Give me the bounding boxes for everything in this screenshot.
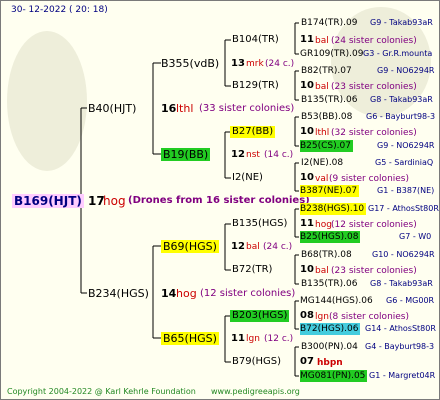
g3-colony-id[interactable]: I2(NE)	[232, 172, 263, 184]
g3-colony-id[interactable]: B79(HGS)	[232, 356, 281, 368]
g3-race: bal	[315, 36, 329, 46]
g4-colony-info: G10 - NO6294R	[372, 250, 435, 259]
g4-colony-info: G14 - AthosSt80R	[365, 324, 436, 333]
g3-colony-id[interactable]: B129(TR)	[232, 80, 279, 92]
g1-sister-note: (33 sister colonies)	[199, 103, 295, 114]
g2-sister-note: (14 c.)	[264, 150, 294, 160]
root-race: hog	[103, 194, 126, 208]
g2-race: nst	[246, 150, 260, 160]
g3-race: hbpn	[317, 358, 343, 368]
g2-race: mrk	[246, 59, 264, 69]
g3-sister-note: (24 sister colonies)	[331, 36, 417, 46]
g3-generation-number: 11	[300, 34, 314, 45]
g3-sister-note: (8 sister colonies)	[329, 312, 410, 322]
g2-sister-note: (24 c.)	[265, 59, 295, 69]
g2-race: lgn	[246, 334, 260, 344]
g4-colony-id[interactable]: I2(NE).08	[301, 157, 343, 169]
g4-colony-info: G7 - W0	[399, 232, 432, 241]
root-colony-id[interactable]: B169(HJT)	[12, 194, 84, 208]
g3-generation-number: 10	[300, 80, 314, 91]
g1-generation-number: 16	[161, 102, 177, 115]
g4-colony-id[interactable]: B174(TR).09	[301, 17, 357, 29]
g1-race: lthl	[176, 102, 194, 115]
g3-generation-number: 11	[300, 218, 314, 229]
g3-race: val	[315, 174, 329, 184]
g3-generation-number: 10	[300, 126, 314, 137]
g3-sister-note: (9 sister colonies)	[329, 174, 410, 184]
g2-generation-number: 11	[231, 333, 245, 344]
root-drone-note: (Drones from 16 sister colonies)	[128, 195, 310, 206]
g4-colony-id[interactable]: B25(CS).07	[300, 140, 353, 152]
copyright-text: Copyright 2004-2022 @ Karl Kehrle Founda…	[7, 387, 196, 396]
g3-colony-id[interactable]: B104(TR)	[232, 34, 279, 46]
g4-colony-id[interactable]: B238(HGS).10	[300, 203, 367, 215]
g4-colony-id[interactable]: B68(TR).08	[301, 249, 352, 261]
g1-generation-number: 14	[161, 287, 177, 300]
g4-colony-info: G6 - MG00R	[386, 296, 435, 305]
g1-colony-id[interactable]: B234(HGS)	[88, 287, 149, 300]
g4-colony-info: G4 - Bayburt98-3	[365, 342, 435, 351]
g4-colony-info: G9 - Takab93aR	[370, 18, 433, 27]
g4-colony-info: G5 - SardiniaQ	[375, 158, 434, 167]
g1-race: hog	[176, 287, 197, 300]
g3-colony-id[interactable]: B27(BB)	[230, 126, 276, 138]
g3-colony-id[interactable]: B203(HGS)	[230, 310, 290, 322]
g3-sister-note: (23 sister colonies)	[331, 82, 417, 92]
g4-colony-info: G8 - Takab93aR	[370, 95, 433, 104]
g3-generation-number: 08	[300, 310, 314, 321]
g2-sister-note: (12 c.)	[264, 334, 294, 344]
g3-race: hog	[315, 220, 332, 230]
g3-colony-id[interactable]: B72(TR)	[232, 264, 272, 276]
g2-colony-id[interactable]: B69(HGS)	[161, 240, 219, 253]
timestamp: 30- 12-2022 ( 20: 18)	[11, 5, 108, 15]
g4-colony-id[interactable]: MG144(HGS).06	[300, 295, 373, 307]
g4-colony-id[interactable]: B135(TR).06	[301, 94, 357, 106]
g2-generation-number: 13	[231, 58, 245, 69]
g4-colony-id[interactable]: B82(TR).07	[301, 65, 352, 77]
g2-generation-number: 12	[231, 241, 245, 252]
g3-race: lgn	[315, 312, 329, 322]
g4-colony-info: G1 - Margret04R	[369, 371, 436, 380]
g2-colony-id[interactable]: B19(BB)	[161, 148, 211, 161]
g3-colony-id[interactable]: B135(HGS)	[232, 218, 287, 230]
g4-colony-id[interactable]: B25(HGS).08	[300, 231, 361, 243]
g4-colony-info: G9 - NO6294R	[377, 141, 435, 150]
g1-sister-note: (12 sister colonies)	[200, 288, 296, 299]
g3-sister-note: (32 sister colonies)	[331, 128, 417, 138]
g4-colony-id[interactable]: B72(HGS).06	[300, 323, 361, 335]
g4-colony-info: G8 - Takab93aR	[370, 279, 433, 288]
g3-generation-number: 10	[300, 264, 314, 275]
g4-colony-id[interactable]: B53(BB).08	[301, 111, 352, 123]
g4-colony-info: G6 - Bayburt98-3	[366, 112, 436, 121]
g4-colony-id[interactable]: MG081(PN).05	[300, 370, 368, 382]
g2-sister-note: (24 c.)	[263, 242, 293, 252]
pedigree-diagram: 30- 12-2022 ( 20: 18) B169(HJT) 17 hog (…	[0, 0, 440, 400]
g3-race: bal	[315, 82, 329, 92]
g3-generation-number: 10	[300, 172, 314, 183]
g4-colony-id[interactable]: B387(NE).07	[300, 185, 360, 197]
g3-generation-number: 07	[300, 356, 314, 367]
g1-colony-id[interactable]: B40(HJT)	[88, 102, 136, 115]
g2-generation-number: 12	[231, 149, 245, 160]
g2-colony-id[interactable]: B65(HGS)	[161, 332, 219, 345]
g3-race: bal	[315, 266, 329, 276]
g4-colony-info: G17 - AthosSt80R	[368, 204, 439, 213]
g4-colony-info: G9 - NO6294R	[377, 66, 435, 75]
g4-colony-info: G1 - B387(NE)	[377, 186, 435, 195]
website-link[interactable]: www.pedigreeapis.org	[211, 386, 300, 398]
g4-colony-id[interactable]: B300(PN).04	[301, 341, 358, 353]
g2-colony-id[interactable]: B355(vdB)	[161, 57, 219, 70]
g3-sister-note: (23 sister colonies)	[331, 266, 417, 276]
g4-colony-id[interactable]: B135(TR).06	[301, 278, 357, 290]
g3-sister-note: (12 sister colonies)	[331, 220, 417, 230]
g4-colony-info: G3 - Gr.R.mounta	[363, 49, 433, 58]
g4-colony-id[interactable]: GR109(TR).09	[300, 48, 364, 60]
g2-race: bal	[246, 242, 260, 252]
g3-race: lthl	[315, 128, 330, 138]
